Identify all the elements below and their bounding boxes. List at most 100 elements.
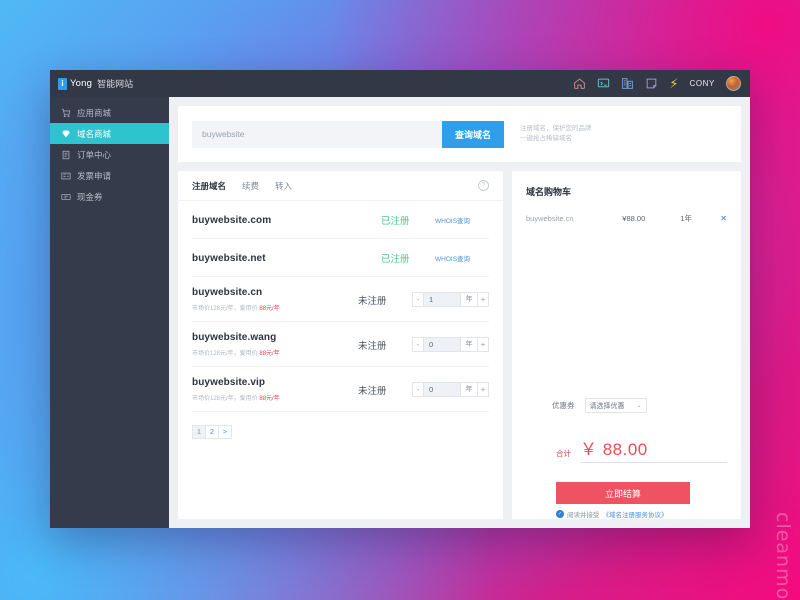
coupon-label: 优惠券 xyxy=(552,401,575,410)
sidebar-item-label: 现金券 xyxy=(77,191,103,202)
app-window: i Yong 智能网站 ⚡ CONY 应用商城 域名商城 订单中心 发票申请 现… xyxy=(50,70,750,528)
avatar[interactable] xyxy=(726,76,741,91)
domain-info: buywebsite.net xyxy=(192,253,381,264)
home-icon[interactable] xyxy=(573,77,586,90)
domain-info: buywebsite.com xyxy=(192,215,381,226)
domain-price-note: 市场价128元/年，爱用价 88元/年 xyxy=(192,303,358,312)
domain-search-card: 查询域名 注册域名，保护您的品牌 一键抢占稀缺域名 xyxy=(178,106,741,162)
quantity-decrease-button[interactable]: - xyxy=(412,337,424,352)
search-hint-line-2: 一键抢占稀缺域名 xyxy=(520,135,572,142)
header-actions: ⚡ CONY xyxy=(573,76,741,91)
quantity-stepper: - 0 年 + xyxy=(412,382,489,397)
search-domain-button[interactable]: 查询域名 xyxy=(442,120,504,148)
cart-item-price: ¥88.00 xyxy=(622,214,646,223)
status-badge: 未注册 xyxy=(358,295,387,307)
coupon-selected-value: 请选择优惠 xyxy=(589,402,625,410)
cart-panel: 域名购物车 buywebsite.cn ¥88.00 1年 ✕ 优惠券 请选择优… xyxy=(512,171,741,519)
status-badge: 未注册 xyxy=(358,385,387,397)
price-note-promo: 88元/年 xyxy=(259,351,280,357)
main-content: 查询域名 注册域名，保护您的品牌 一键抢占稀缺域名 注册域名 续费 转入 ? xyxy=(169,97,750,528)
total-row: 合计 ￥ 88.00 xyxy=(526,435,727,463)
total-value: ￥ 88.00 xyxy=(580,435,727,463)
sidebar-item-label: 发票申请 xyxy=(77,170,112,181)
quantity-unit: 年 xyxy=(460,292,477,307)
whois-lookup-link[interactable]: WHOIS查询 xyxy=(435,215,489,225)
table-row: buywebsite.net 已注册 WHOIS查询 xyxy=(192,239,489,277)
price-note-promo: 88元/年 xyxy=(259,306,280,312)
coupon-row: 优惠券 请选择优惠 ⌄ xyxy=(526,398,727,413)
table-row: buywebsite.com 已注册 WHOIS查询 xyxy=(192,201,489,239)
domain-price-note: 市场价128元/年，爱用价 88元/年 xyxy=(192,348,358,357)
coupon-select[interactable]: 请选择优惠 ⌄ xyxy=(584,398,647,413)
tab-transfer-in[interactable]: 转入 xyxy=(275,180,292,192)
coupon-icon xyxy=(61,193,71,200)
quantity-stepper: - 1 年 + xyxy=(412,292,489,307)
logo-mark-icon: i xyxy=(58,77,67,90)
table-row: buywebsite.wang 市场价128元/年，爱用价 88元/年 未注册 … xyxy=(192,322,489,367)
price-note-promo: 88元/年 xyxy=(259,396,280,402)
status-badge: 已注册 xyxy=(381,216,410,227)
sidebar-item-label: 域名商城 xyxy=(77,128,112,139)
help-icon[interactable]: ? xyxy=(478,180,489,191)
domain-info: buywebsite.wang 市场价128元/年，爱用价 88元/年 xyxy=(192,332,358,357)
quantity-decrease-button[interactable]: - xyxy=(412,292,424,307)
price-note-prefix: 市场价128元/年，爱用价 xyxy=(192,351,260,357)
diamond-icon xyxy=(62,130,70,137)
tab-register-domain[interactable]: 注册域名 xyxy=(192,180,226,192)
sidebar-item-cash-coupon[interactable]: 现金券 xyxy=(50,186,169,207)
agreement-link[interactable]: 《域名注册服务协议》 xyxy=(603,509,668,519)
cart-item-remove-icon[interactable]: ✕ xyxy=(720,214,727,223)
quantity-value[interactable]: 0 xyxy=(424,337,460,352)
sidebar-item-domain-store[interactable]: 域名商城 xyxy=(50,123,169,144)
price-note-prefix: 市场价128元/年，爱用价 xyxy=(192,306,260,312)
quantity-increase-button[interactable]: + xyxy=(477,292,489,307)
invoice-icon xyxy=(61,172,71,179)
quantity-unit: 年 xyxy=(460,382,477,397)
sidebar-item-order-center[interactable]: 订单中心 xyxy=(50,144,169,165)
user-name-label[interactable]: CONY xyxy=(689,79,715,88)
quantity-decrease-button[interactable]: - xyxy=(412,382,424,397)
domain-list-panel: 注册域名 续费 转入 ? buywebsite.com 已注册 WHOIS查询 xyxy=(178,171,503,519)
cart-item-duration: 1年 xyxy=(680,214,692,223)
watermark-label: cleanmock xyxy=(772,512,794,600)
quantity-stepper: - 0 年 + xyxy=(412,337,489,352)
results-area: 注册域名 续费 转入 ? buywebsite.com 已注册 WHOIS查询 xyxy=(178,171,741,528)
search-hint-line-1: 注册域名，保护您的品牌 xyxy=(520,124,592,132)
price-note-prefix: 市场价128元/年，爱用价 xyxy=(192,396,260,402)
order-icon xyxy=(62,150,70,159)
table-row: buywebsite.vip 市场价128元/年，爱用价 88元/年 未注册 -… xyxy=(192,367,489,412)
status-badge: 未注册 xyxy=(358,340,387,352)
domain-name: buywebsite.net xyxy=(192,252,266,264)
chevron-down-icon: ⌄ xyxy=(636,403,642,409)
domain-name: buywebsite.cn xyxy=(192,287,263,298)
screen-icon[interactable] xyxy=(597,77,610,90)
page-button-1[interactable]: 1 xyxy=(192,425,206,439)
tab-renew[interactable]: 续费 xyxy=(242,180,259,192)
sidebar-item-invoice[interactable]: 发票申请 xyxy=(50,165,169,186)
note-icon[interactable] xyxy=(645,77,658,90)
page-button-2[interactable]: 2 xyxy=(205,425,219,439)
search-input[interactable] xyxy=(192,120,442,148)
sidebar: 应用商城 域名商城 订单中心 发票申请 现金券 xyxy=(50,97,169,528)
building-icon[interactable] xyxy=(621,77,634,90)
quantity-increase-button[interactable]: + xyxy=(477,382,489,397)
total-label: 合计 xyxy=(556,449,571,458)
domain-name: buywebsite.vip xyxy=(192,377,266,388)
sidebar-item-app-store[interactable]: 应用商城 xyxy=(50,102,169,123)
agreement-text: 阅读并接受 xyxy=(567,512,600,519)
app-logo[interactable]: i Yong 智能网站 xyxy=(58,77,133,90)
domain-price-note: 市场价128元/年，爱用价 88元/年 xyxy=(192,393,358,402)
whois-lookup-link[interactable]: WHOIS查询 xyxy=(435,253,489,263)
domain-tabs: 注册域名 续费 转入 ? xyxy=(178,171,503,201)
agreement-checkbox[interactable]: ✓ xyxy=(556,510,564,518)
quantity-increase-button[interactable]: + xyxy=(477,337,489,352)
cart-title: 域名购物车 xyxy=(526,187,572,197)
status-badge: 已注册 xyxy=(381,254,410,265)
bolt-icon[interactable]: ⚡ xyxy=(669,77,678,90)
search-hint: 注册域名，保护您的品牌 一键抢占稀缺域名 xyxy=(520,124,592,144)
page-next-button[interactable]: > xyxy=(218,425,232,439)
quantity-value[interactable]: 0 xyxy=(424,382,460,397)
checkout-button[interactable]: 立即结算 xyxy=(556,482,690,504)
quantity-value[interactable]: 1 xyxy=(424,292,460,307)
cart-item-name: buywebsite.cn xyxy=(526,214,574,223)
